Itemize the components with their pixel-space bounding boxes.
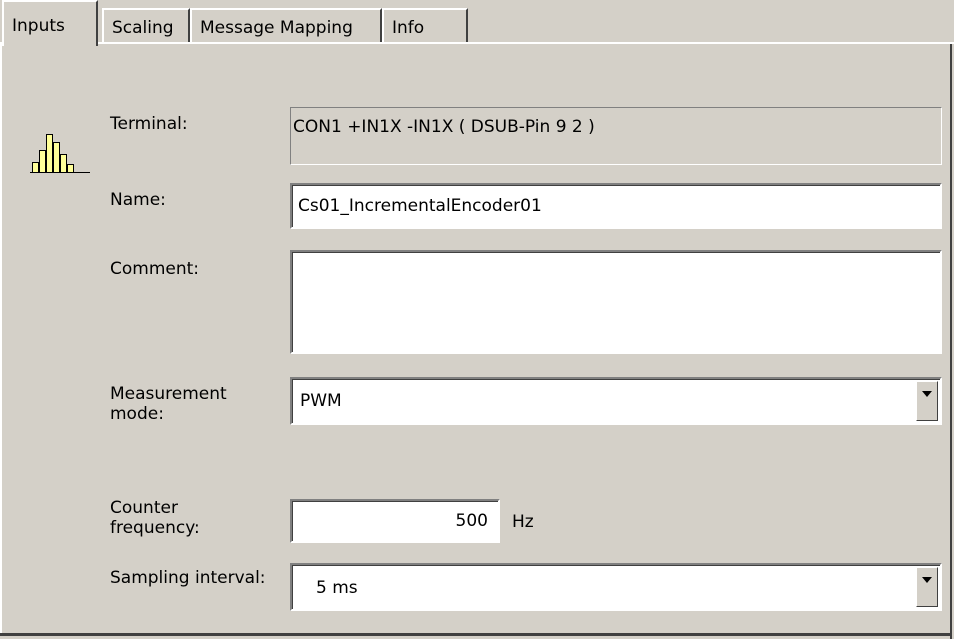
counter-frequency-unit: Hz <box>512 512 534 532</box>
sampling-interval-select[interactable]: 5 ms <box>290 563 942 611</box>
tab-scaling[interactable]: Scaling <box>102 8 190 42</box>
panel-edge-left <box>0 42 2 636</box>
panel-edge-right <box>950 42 952 639</box>
measurement-mode-label-line1: Measurement <box>110 384 227 404</box>
counter-frequency-input[interactable]: 500 <box>290 499 500 543</box>
measurement-mode-select[interactable]: PWM <box>290 377 942 425</box>
counter-frequency-label-line1: Counter <box>110 498 178 518</box>
counter-frequency-label-line2: frequency: <box>110 518 200 538</box>
tab-divider <box>0 42 954 44</box>
measurement-mode-label-line2: mode: <box>110 404 164 424</box>
terminal-label: Terminal: <box>110 114 188 134</box>
tab-message-mapping-label: Message Mapping <box>200 18 353 38</box>
terminal-field: CON1 +IN1X -IN1X ( DSUB-Pin 9 2 ) <box>290 107 942 165</box>
tab-strip: Inputs Scaling Message Mapping Info <box>0 0 954 46</box>
measurement-mode-label: Measurement mode: <box>110 384 227 424</box>
tab-inputs[interactable]: Inputs <box>2 0 98 46</box>
chevron-down-icon[interactable] <box>916 381 938 421</box>
sampling-interval-value: 5 ms <box>316 578 358 598</box>
chevron-down-icon[interactable] <box>916 567 938 607</box>
comment-field[interactable] <box>290 250 942 354</box>
tab-info-label: Info <box>392 18 425 38</box>
tab-message-mapping[interactable]: Message Mapping <box>190 8 382 42</box>
tab-inputs-label: Inputs <box>12 16 65 36</box>
name-field[interactable]: Cs01_IncrementalEncoder01 <box>290 183 942 229</box>
counter-frequency-label: Counter frequency: <box>110 498 200 538</box>
measurement-mode-value: PWM <box>300 391 342 411</box>
sampling-interval-label: Sampling interval: <box>110 568 266 588</box>
panel-edge-bottom <box>0 633 952 636</box>
histogram-icon <box>30 134 90 173</box>
name-label: Name: <box>110 190 166 210</box>
tab-scaling-label: Scaling <box>112 18 174 38</box>
tab-info[interactable]: Info <box>382 8 468 42</box>
comment-label: Comment: <box>110 259 200 279</box>
